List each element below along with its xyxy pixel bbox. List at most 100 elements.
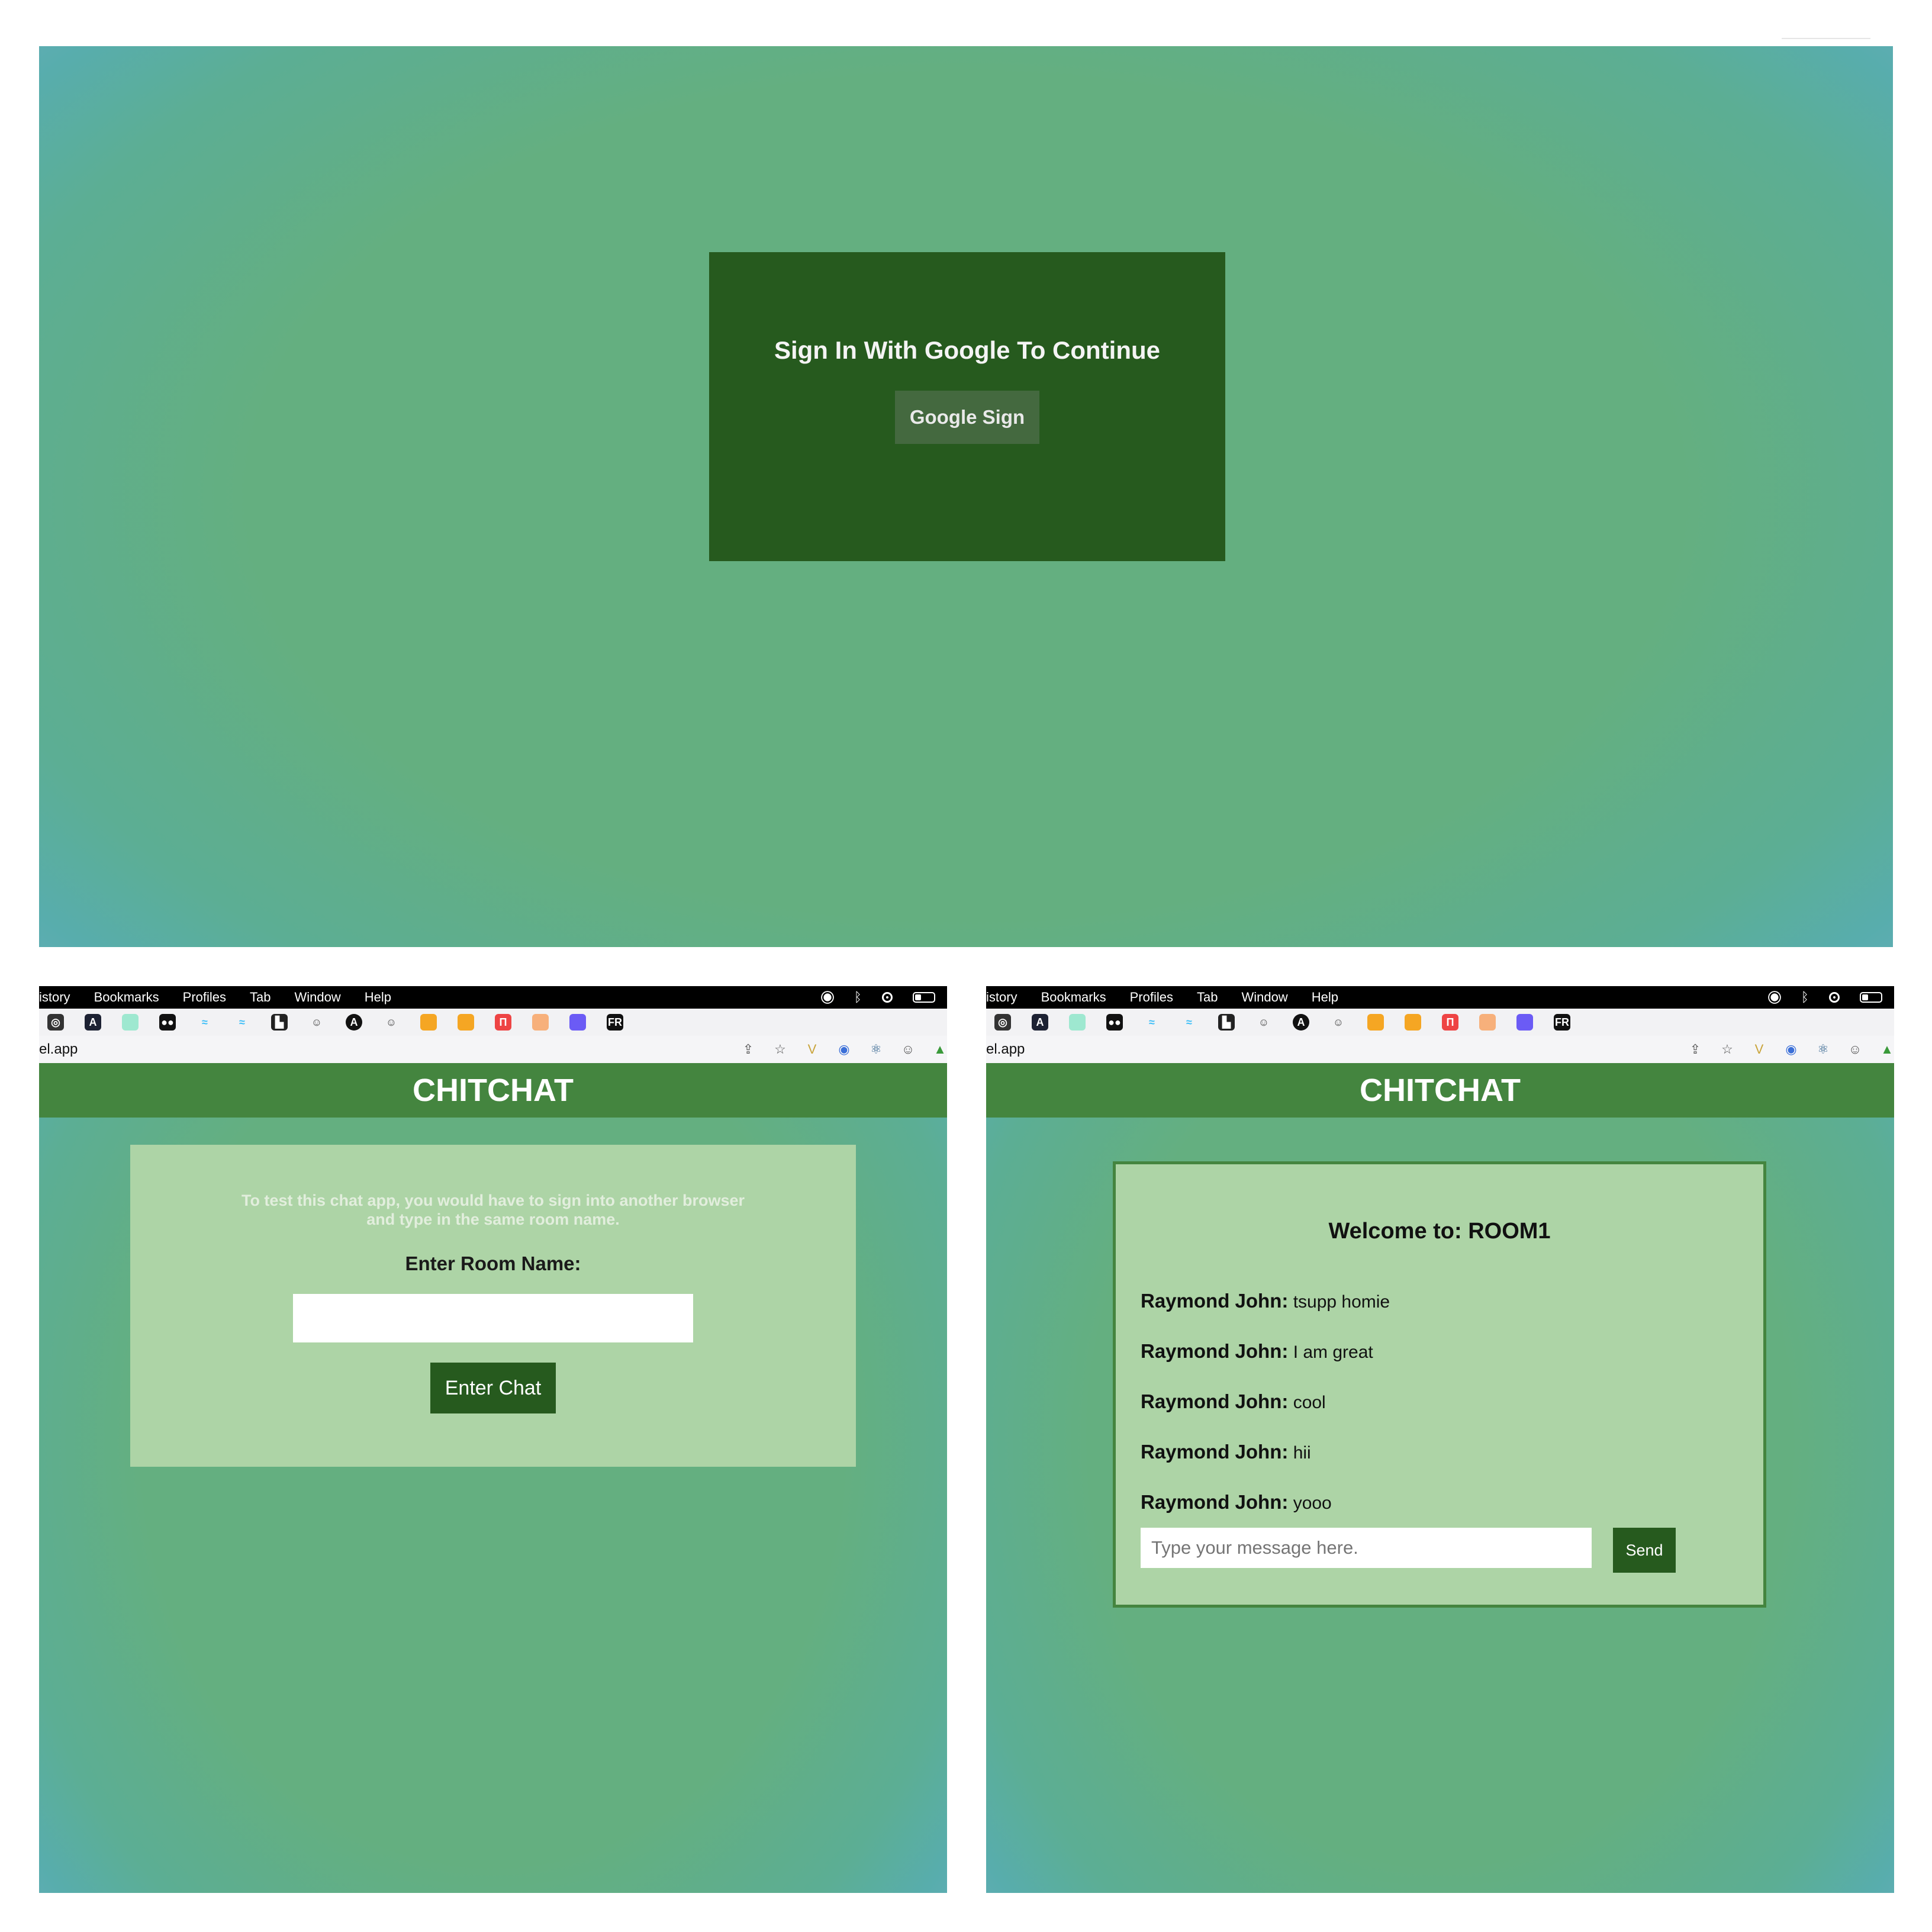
menu-bar: istory Bookmarks Profiles Tab Window Hel… [986, 986, 1894, 1009]
bookmark-firebase2-icon[interactable] [1405, 1014, 1421, 1031]
extension-green-icon[interactable]: ▲ [1880, 1042, 1894, 1057]
battery-icon[interactable] [913, 992, 935, 1003]
share-icon[interactable]: ⇪ [1688, 1042, 1702, 1057]
menu-tab[interactable]: Tab [250, 990, 271, 1005]
test-hint: To test this chat app, you would have to… [227, 1191, 759, 1229]
battery-icon[interactable] [1860, 992, 1882, 1003]
brightness-icon[interactable] [1770, 993, 1779, 1002]
url-text[interactable]: el.app [986, 1041, 1025, 1058]
menu-history[interactable]: istory [986, 990, 1017, 1005]
menu-bookmarks[interactable]: Bookmarks [1041, 990, 1106, 1005]
app-header: CHITCHAT [986, 1063, 1894, 1118]
bookmark-circle-a-icon[interactable]: A [1293, 1014, 1309, 1031]
bookmark-a-icon[interactable]: A [85, 1014, 101, 1031]
bookmark-openai-icon[interactable]: ◎ [47, 1014, 64, 1031]
bookmark-stack-icon[interactable] [532, 1014, 549, 1031]
bookmark-fr-icon[interactable]: FR [1554, 1014, 1570, 1031]
extension-vue-icon[interactable]: V [805, 1042, 819, 1057]
bookmark-tailwind-icon[interactable]: ≈ [197, 1014, 213, 1031]
extension-chrome-icon[interactable]: ◉ [837, 1042, 851, 1057]
content-area: Welcome to: ROOM1 Raymond John: tsupp ho… [986, 1118, 1894, 1893]
send-button[interactable]: Send [1613, 1528, 1676, 1573]
bookmark-medium-icon[interactable]: ●● [159, 1014, 176, 1031]
bookmark-fr-icon[interactable]: FR [607, 1014, 623, 1031]
menu-profiles[interactable]: Profiles [183, 990, 226, 1005]
menu-window[interactable]: Window [294, 990, 340, 1005]
menu-help[interactable]: Help [1312, 990, 1338, 1005]
bookmark-face-icon[interactable]: ☺ [308, 1014, 325, 1031]
menu-tab[interactable]: Tab [1197, 990, 1218, 1005]
extension-vue-icon[interactable]: V [1752, 1042, 1766, 1057]
message-user: Raymond John: [1141, 1491, 1289, 1513]
message-user: Raymond John: [1141, 1340, 1289, 1362]
chat-message: Raymond John: cool [1141, 1390, 1326, 1413]
test-hint-line2: and type in the same room name. [366, 1210, 620, 1228]
bookmark-firebase-icon[interactable] [420, 1014, 437, 1031]
room-name-input[interactable] [293, 1294, 693, 1342]
star-icon[interactable]: ☆ [1720, 1042, 1734, 1057]
bookmark-firebase2-icon[interactable] [458, 1014, 474, 1031]
bookmark-box-icon[interactable]: ▙ [1218, 1014, 1235, 1031]
extension-chrome-icon[interactable]: ◉ [1784, 1042, 1798, 1057]
address-bar[interactable]: el.app ⇪ ☆ V ◉ ⚛ ☺ ▲ [986, 1036, 1894, 1063]
bookmark-tailwind2-icon[interactable]: ≈ [234, 1014, 250, 1031]
extension-green-icon[interactable]: ▲ [933, 1042, 947, 1057]
message-text: I am great [1293, 1342, 1373, 1362]
bookmarks-bar: ◎ A ●● ≈ ≈ ▙ ☺ A ☺ Π FR [39, 1009, 947, 1036]
message-input[interactable] [1141, 1528, 1592, 1568]
bookmark-box-icon[interactable]: ▙ [271, 1014, 288, 1031]
bookmark-stack-icon[interactable] [1479, 1014, 1496, 1031]
bookmark-a-icon[interactable]: A [1032, 1014, 1048, 1031]
menu-profiles[interactable]: Profiles [1130, 990, 1173, 1005]
extension-react-icon[interactable]: ⚛ [869, 1042, 883, 1057]
message-text: yooo [1293, 1493, 1332, 1513]
menu-help[interactable]: Help [365, 990, 391, 1005]
menu-bar: istory Bookmarks Profiles Tab Window Hel… [39, 986, 947, 1009]
bookmark-face2-icon[interactable]: ☺ [1330, 1014, 1347, 1031]
menu-history[interactable]: istory [39, 990, 70, 1005]
address-bar[interactable]: el.app ⇪ ☆ V ◉ ⚛ ☺ ▲ [39, 1036, 947, 1063]
bluetooth-icon[interactable]: ᛒ [854, 990, 862, 1005]
menu-window[interactable]: Window [1241, 990, 1287, 1005]
bookmark-firebase-icon[interactable] [1367, 1014, 1384, 1031]
signin-screen: Sign In With Google To Continue Google S… [39, 46, 1893, 947]
bookmark-red-icon[interactable]: Π [495, 1014, 511, 1031]
bookmark-face2-icon[interactable]: ☺ [383, 1014, 400, 1031]
bookmark-tailwind-icon[interactable]: ≈ [1144, 1014, 1160, 1031]
extension-face-icon[interactable]: ☺ [1848, 1042, 1862, 1057]
message-user: Raymond John: [1141, 1290, 1289, 1312]
screen-record-icon[interactable] [1829, 992, 1840, 1003]
bookmark-face-icon[interactable]: ☺ [1255, 1014, 1272, 1031]
url-text[interactable]: el.app [39, 1041, 78, 1058]
bookmark-square-icon[interactable] [122, 1014, 139, 1031]
app-header: CHITCHAT [39, 1063, 947, 1118]
star-icon[interactable]: ☆ [773, 1042, 787, 1057]
chat-message: Raymond John: tsupp homie [1141, 1290, 1390, 1312]
chat-card: Welcome to: ROOM1 Raymond John: tsupp ho… [1113, 1161, 1766, 1608]
content-area: To test this chat app, you would have to… [39, 1118, 947, 1893]
extension-react-icon[interactable]: ⚛ [1816, 1042, 1830, 1057]
google-sign-button[interactable]: Google Sign [895, 391, 1039, 444]
share-icon[interactable]: ⇪ [741, 1042, 755, 1057]
bookmark-red-icon[interactable]: Π [1442, 1014, 1458, 1031]
bookmark-purple-icon[interactable] [569, 1014, 586, 1031]
bookmark-square-icon[interactable] [1069, 1014, 1086, 1031]
extension-face-icon[interactable]: ☺ [901, 1042, 915, 1057]
bookmark-medium-icon[interactable]: ●● [1106, 1014, 1123, 1031]
signin-card: Sign In With Google To Continue Google S… [709, 252, 1225, 561]
top-divider [1782, 38, 1870, 39]
bookmark-circle-a-icon[interactable]: A [346, 1014, 362, 1031]
bookmark-openai-icon[interactable]: ◎ [994, 1014, 1011, 1031]
bookmark-tailwind2-icon[interactable]: ≈ [1181, 1014, 1197, 1031]
brightness-icon[interactable] [823, 993, 832, 1002]
screen-record-icon[interactable] [882, 992, 893, 1003]
test-hint-line1: To test this chat app, you would have to… [241, 1192, 745, 1209]
bluetooth-icon[interactable]: ᛒ [1801, 990, 1809, 1005]
menu-bookmarks[interactable]: Bookmarks [94, 990, 159, 1005]
bookmark-purple-icon[interactable] [1516, 1014, 1533, 1031]
room-name-label: Enter Room Name: [405, 1252, 581, 1274]
signin-title: Sign In With Google To Continue [774, 336, 1161, 364]
room-welcome: Welcome to: ROOM1 [1328, 1219, 1551, 1244]
enter-chat-button[interactable]: Enter Chat [430, 1363, 556, 1413]
bookmarks-bar: ◎ A ●● ≈ ≈ ▙ ☺ A ☺ Π FR [986, 1009, 1894, 1036]
